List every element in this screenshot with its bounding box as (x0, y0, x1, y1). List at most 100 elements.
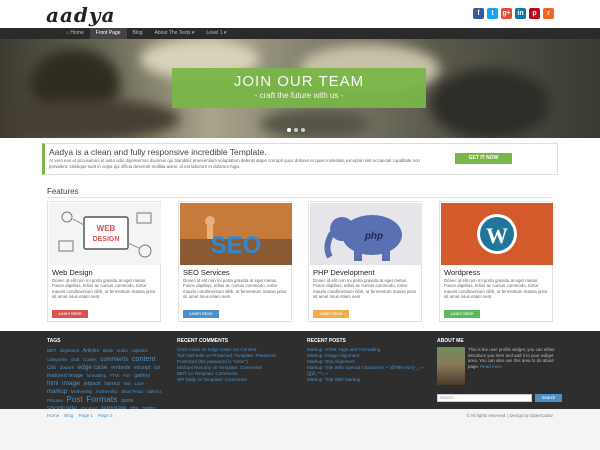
tag-link[interactable]: markup (47, 389, 67, 395)
feature-card-php: php PHP Development Donec id elit non mi… (308, 201, 422, 322)
pinterest-icon[interactable]: p (529, 8, 540, 19)
nav-item[interactable]: Front Page (89, 28, 127, 39)
tag-link[interactable]: css (47, 365, 56, 371)
tag-link[interactable]: Pictures (47, 398, 63, 403)
twitter-icon[interactable]: t (487, 8, 498, 19)
site-logo[interactable]: aadya (46, 3, 115, 27)
facebook-icon[interactable]: f (473, 8, 484, 19)
tag-link[interactable]: featured image (47, 373, 83, 379)
tag-link[interactable]: aside (103, 348, 114, 353)
card-title: PHP Development (313, 268, 375, 277)
card-text: Donec id elit non mi porta gravida at eg… (183, 278, 287, 300)
tag-link[interactable]: Codex (83, 358, 97, 363)
search-input[interactable]: Search (437, 394, 532, 402)
wordpress-image[interactable]: W (441, 203, 553, 265)
php-image[interactable]: php (310, 203, 422, 265)
tag-link[interactable]: layout (104, 381, 119, 387)
bottom-bar: Home Blog Page 1 Page 2 © All rights reserv… (0, 409, 600, 450)
recent-post-link[interactable]: Markup: Title With Markup (307, 377, 425, 383)
nav-item[interactable]: ⌂ Home (60, 28, 90, 39)
tag-link[interactable]: link (124, 382, 131, 387)
feature-card-wordpress: W Wordpress Donec id elit non mi porta g… (439, 201, 553, 322)
rss-icon[interactable]: r (543, 8, 554, 19)
recent-post-link[interactable]: Markup: Title With Special Characters ~`… (307, 365, 425, 377)
tag-link[interactable]: excerpt (134, 365, 150, 371)
tag-link[interactable]: 8BIT (47, 348, 56, 353)
svg-text:php: php (364, 231, 383, 242)
tag-link[interactable]: captions (131, 348, 147, 353)
card-text: Donec id elit non mi porta gravida at eg… (52, 278, 156, 300)
nav-item[interactable]: About The Tests ▾ (149, 28, 201, 39)
tag-link[interactable]: fail (154, 365, 160, 370)
recent-posts-heading: RECENT POSTS (307, 338, 346, 344)
seo-image[interactable]: SEO (180, 203, 292, 265)
tag-link[interactable]: Fun (123, 373, 131, 378)
tag-link[interactable]: chat (71, 357, 79, 362)
about-me-widget: ABOUT ME This is the user profile widget… (437, 338, 563, 408)
tag-link[interactable]: gallery (134, 373, 150, 379)
tag-link[interactable]: audio (117, 348, 128, 353)
footer-link[interactable]: Blog (64, 413, 73, 418)
learn-more-button[interactable]: Learn More (444, 310, 480, 318)
read-more-link[interactable]: Read more (480, 364, 502, 369)
intro-callout: Aadya is a clean and fully responsive in… (42, 143, 558, 175)
linkedin-icon[interactable]: in (515, 8, 526, 19)
about-me-heading: ABOUT ME (437, 338, 464, 344)
footer-link[interactable]: Page 2 (98, 413, 113, 418)
nav-item[interactable]: Level 1 ▾ (200, 28, 232, 39)
intro-text: At vero eos et accusamus et iusto odio d… (49, 158, 420, 169)
svg-text:WEB: WEB (97, 224, 116, 233)
tag-link[interactable]: alignment (60, 348, 79, 353)
recent-comment-link[interactable]: WP Daily on Template: Comments (177, 377, 295, 383)
footer-link[interactable]: Page 1 (78, 413, 93, 418)
recent-comments-widget: RECENT COMMENTS Chris Aniko on Edge Case… (177, 338, 295, 383)
slider-dot[interactable] (294, 128, 298, 132)
divider (47, 197, 553, 198)
tag-link[interactable]: Love (134, 381, 144, 386)
profile-photo (437, 347, 465, 385)
learn-more-button[interactable]: Learn More (52, 310, 88, 318)
tag-link[interactable]: html (47, 381, 58, 387)
tag-link[interactable]: Articles (83, 348, 99, 354)
slider-dot[interactable] (287, 128, 291, 132)
recent-comment-link[interactable]: Tom McFarlin on Protected: Template: Pas… (177, 353, 295, 365)
tag-link[interactable]: formatting (87, 373, 107, 378)
tag-link[interactable]: jetpack (84, 381, 101, 387)
tag-link[interactable]: content (132, 354, 156, 363)
tag-link[interactable]: Post (67, 395, 83, 404)
tag-link[interactable]: dowork (60, 365, 74, 370)
web-design-image[interactable]: WEB DESIGN (49, 203, 161, 265)
recent-comments-heading: RECENT COMMENTS (177, 338, 229, 344)
tag-link[interactable]: image (62, 380, 80, 387)
tag-link[interactable]: FTW (110, 373, 120, 378)
tag-link[interactable]: Must Read (122, 389, 143, 394)
slider-dot[interactable] (301, 128, 305, 132)
main-nav: ⌂ Home Front Page Blog About The Tests ▾ Lev… (0, 28, 600, 39)
tag-link[interactable]: quote (121, 398, 134, 404)
tag-link[interactable]: embeds (111, 365, 130, 371)
card-title: SEO Services (183, 268, 230, 277)
svg-text:SEO: SEO (211, 232, 262, 259)
features-heading: Features (47, 187, 79, 196)
card-title: Wordpress (444, 268, 481, 277)
google-plus-icon[interactable]: g+ (501, 8, 512, 19)
footer-widgets: TAGS 8BIT alignment Articles aside audio… (0, 331, 600, 420)
about-text: This is the user profile widget, you can… (468, 347, 562, 369)
tag-link[interactable]: nailed it (146, 389, 161, 394)
tag-link[interactable]: comments (100, 357, 128, 363)
svg-text:W: W (486, 223, 508, 248)
card-text: Donec id elit non mi porta gravida at eg… (313, 278, 417, 300)
tag-link[interactable]: categories (47, 357, 67, 362)
hero-subtitle: - craft the future with us - (254, 91, 344, 100)
get-it-now-button[interactable]: GET IT NOW (455, 153, 512, 164)
tag-link[interactable]: Formats (86, 394, 117, 404)
card-title: Web Design (52, 268, 93, 277)
nav-item[interactable]: Blog (127, 28, 149, 39)
learn-more-button[interactable]: Learn More (183, 310, 219, 318)
recent-posts-widget: RECENT POSTS Markup: HTML Tags and Forma… (307, 338, 425, 383)
search-button[interactable]: Search (535, 394, 562, 402)
learn-more-button[interactable]: Learn More (313, 310, 349, 318)
footer-link[interactable]: Home (47, 413, 59, 418)
hero-banner[interactable]: JOIN OUR TEAM - craft the future with us… (172, 68, 426, 108)
tag-link[interactable]: edge case (78, 364, 108, 371)
